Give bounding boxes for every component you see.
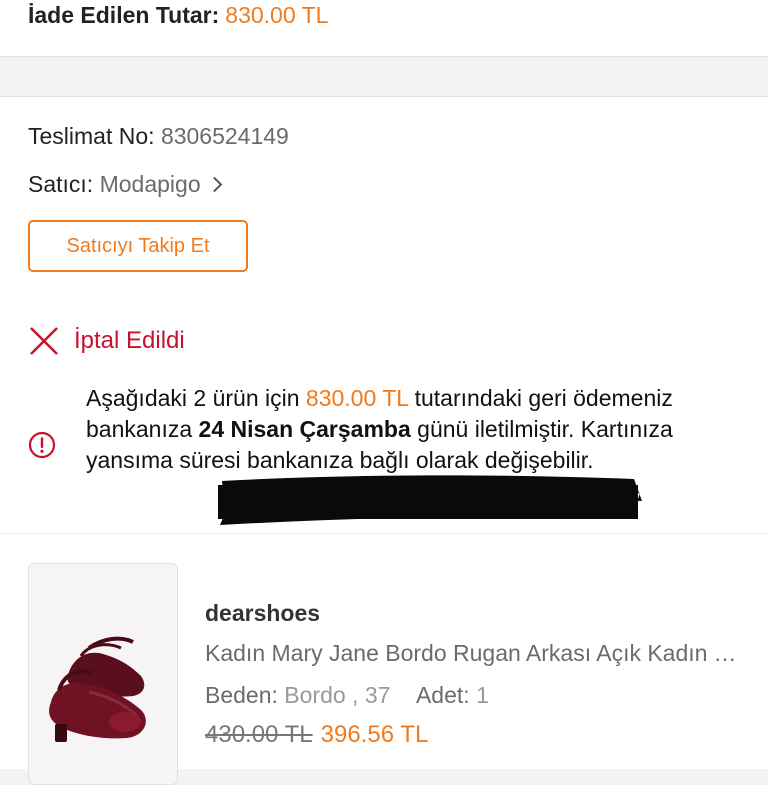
product-card[interactable]: dearshoes Kadın Mary Jane Bordo Rugan Ar…: [0, 533, 768, 785]
info-text-part: Aşağıdaki 2 ürün için: [86, 385, 306, 411]
seller-row[interactable]: Satıcı: Modapigo: [28, 171, 222, 198]
refund-summary-card: İade Edilen Tutar: 830.00 TL: [0, 0, 768, 57]
price-row: 430.00 TL 396.56 TL: [205, 721, 428, 749]
delivery-number-label: Teslimat No:: [28, 123, 155, 149]
delivery-number-row: Teslimat No: 8306524149: [28, 123, 289, 150]
product-brand[interactable]: dearshoes: [205, 600, 320, 627]
close-icon: [30, 327, 58, 355]
quantity-value: 1: [476, 682, 489, 708]
info-amount: 830.00 TL: [305, 385, 409, 411]
delivery-card: Teslimat No: 8306524149 Satıcı: Modapigo…: [0, 96, 768, 304]
delivery-number-value: 8306524149: [160, 123, 289, 149]
redaction-mark: [218, 475, 642, 525]
info-date: 24 Nisan Çarşamba: [198, 416, 411, 442]
status-header: İptal Edildi: [28, 325, 185, 357]
refund-label: İade Edilen Tutar:: [28, 2, 220, 28]
size-label: Beden:: [205, 682, 278, 708]
new-price: 396.56 TL: [320, 721, 429, 748]
seller-name-link[interactable]: Modapigo: [100, 171, 201, 197]
follow-seller-button[interactable]: Satıcıyı Takip Et: [28, 220, 248, 272]
product-name[interactable]: Kadın Mary Jane Bordo Rugan Arkası Açık …: [205, 640, 745, 667]
seller-label: Satıcı:: [28, 171, 94, 197]
refund-amount: 830.00 TL: [225, 2, 329, 28]
quantity-label: Adet:: [415, 682, 470, 708]
size-value: Bordo , 37: [284, 682, 391, 708]
status-title: İptal Edildi: [74, 327, 185, 354]
chevron-right-icon: [206, 176, 222, 193]
old-price: 430.00 TL: [205, 721, 313, 748]
shoe-image: [29, 564, 177, 784]
product-variant-row: Beden: Bordo , 37 Adet: 1: [205, 682, 489, 709]
product-image[interactable]: [28, 563, 178, 785]
info-circle-icon: [28, 431, 56, 459]
refund-info-text: Aşağıdaki 2 ürün için 830.00 TL tutarınd…: [86, 383, 766, 476]
refund-line: İade Edilen Tutar: 830.00 TL: [28, 0, 328, 30]
